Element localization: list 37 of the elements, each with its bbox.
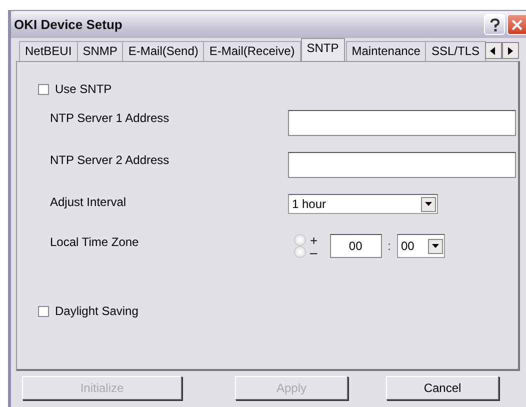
radio-label: + (310, 232, 318, 248)
input-field[interactable] (288, 152, 516, 178)
tab[interactable]: Maintenance (346, 41, 426, 61)
tab[interactable]: NetBEUI (19, 41, 78, 61)
minutes-dropdown[interactable]: 00 (396, 234, 445, 258)
close-icon (511, 18, 523, 30)
radio-label: – (310, 244, 318, 260)
right-arrow-icon (507, 46, 514, 54)
left-arrow-icon (490, 46, 496, 54)
scroll-right-button[interactable] (502, 42, 519, 59)
checkbox-label: Daylight Saving (55, 304, 138, 318)
field-label: Adjust Interval (50, 194, 128, 209)
radio-button[interactable] (294, 246, 306, 258)
dropdown[interactable]: 1 hour (288, 194, 438, 214)
tab[interactable]: SNTP (300, 38, 345, 61)
tab[interactable]: SSL/TLS (425, 41, 486, 61)
hours-field[interactable]: 00 (330, 234, 382, 258)
checkbox[interactable] (38, 306, 49, 316)
caret-icon (425, 202, 432, 206)
help-button[interactable] (484, 14, 505, 35)
caret-icon (432, 244, 439, 248)
field-label: Local Time Zone (50, 234, 140, 249)
checkbox-label: Use SNTP (55, 82, 112, 96)
help-icon (488, 18, 500, 32)
field-label: NTP Server 2 Address (50, 152, 170, 167)
dropdown-button[interactable] (421, 196, 436, 212)
scroll-left-button[interactable] (484, 42, 502, 59)
dialog-button[interactable]: Cancel (386, 376, 499, 400)
field-label: NTP Server 1 Address (50, 110, 170, 125)
dropdown-button[interactable] (428, 238, 443, 254)
window-title: OKI Device Setup (14, 17, 124, 32)
radio-button[interactable] (294, 234, 306, 246)
checkbox[interactable] (38, 84, 49, 94)
input-field[interactable] (288, 110, 516, 136)
tab[interactable]: E-Mail(Receive) (203, 41, 301, 61)
time-separator: : (388, 239, 391, 253)
close-button[interactable] (507, 14, 526, 35)
